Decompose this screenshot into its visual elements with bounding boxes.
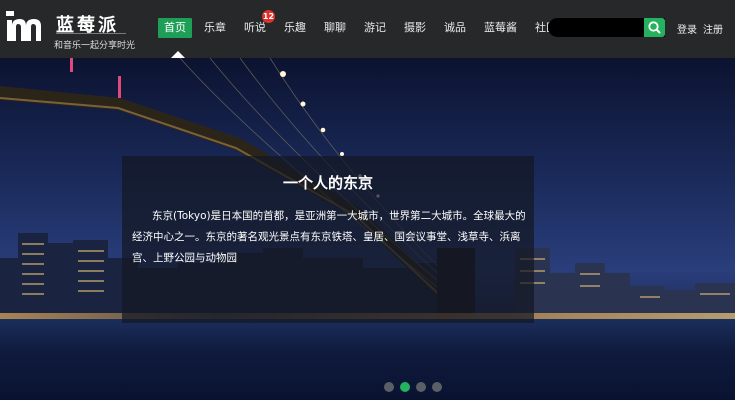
carousel-dot[interactable] (432, 382, 442, 392)
login-link[interactable]: 登录 (677, 21, 697, 36)
river-water (0, 318, 735, 400)
nav-item-fun[interactable]: 乐趣 (284, 18, 306, 38)
notification-badge: 12 (262, 10, 275, 23)
hero-banner: 一个人的东京 东京(Tokyo)是日本国的首都，是亚洲第一大城市，世界第二大城市… (0, 58, 735, 400)
search-button[interactable] (644, 18, 665, 37)
nav-item-photo[interactable]: 摄影 (404, 18, 426, 38)
register-link[interactable]: 注册 (703, 21, 723, 36)
nav-item-chat[interactable]: 聊聊 (324, 18, 346, 38)
brand-slogan: 和音乐一起分享时光 (54, 41, 136, 51)
nav-item-blueberry-jam[interactable]: 蓝莓酱 (484, 18, 517, 38)
carousel-indicators (384, 382, 448, 392)
brand-logo[interactable] (6, 10, 50, 44)
banner-caption-panel: 一个人的东京 东京(Tokyo)是日本国的首都，是亚洲第一大城市，世界第二大城市… (122, 156, 534, 323)
carousel-dot[interactable] (384, 382, 394, 392)
brand-divider (56, 33, 126, 34)
page: 蓝莓派 和音乐一起分享时光 首页 乐章 听说 12 乐趣 聊聊 游记 摄影 诚品 … (0, 0, 735, 400)
carousel-dot-active[interactable] (400, 382, 410, 392)
nav-item-travel[interactable]: 游记 (364, 18, 386, 38)
main-nav: 首页 乐章 听说 12 乐趣 聊聊 游记 摄影 诚品 蓝莓酱 社区 (158, 10, 575, 38)
nav-item-shop[interactable]: 诚品 (444, 18, 466, 38)
nav-item-listen[interactable]: 听说 12 (244, 10, 275, 38)
nav-item-movement[interactable]: 乐章 (204, 18, 226, 38)
search-icon (648, 21, 661, 34)
active-nav-caret (171, 51, 185, 58)
banner-description: 东京(Tokyo)是日本国的首都，是亚洲第一大城市，世界第二大城市。全球最大的经… (132, 210, 526, 264)
top-header: 蓝莓派 和音乐一起分享时光 首页 乐章 听说 12 乐趣 聊聊 游记 摄影 诚品 … (0, 0, 735, 58)
nav-item-home[interactable]: 首页 (158, 18, 192, 38)
banner-title: 一个人的东京 (282, 174, 373, 192)
carousel-dot[interactable] (416, 382, 426, 392)
nav-item-label: 听说 (244, 21, 266, 34)
